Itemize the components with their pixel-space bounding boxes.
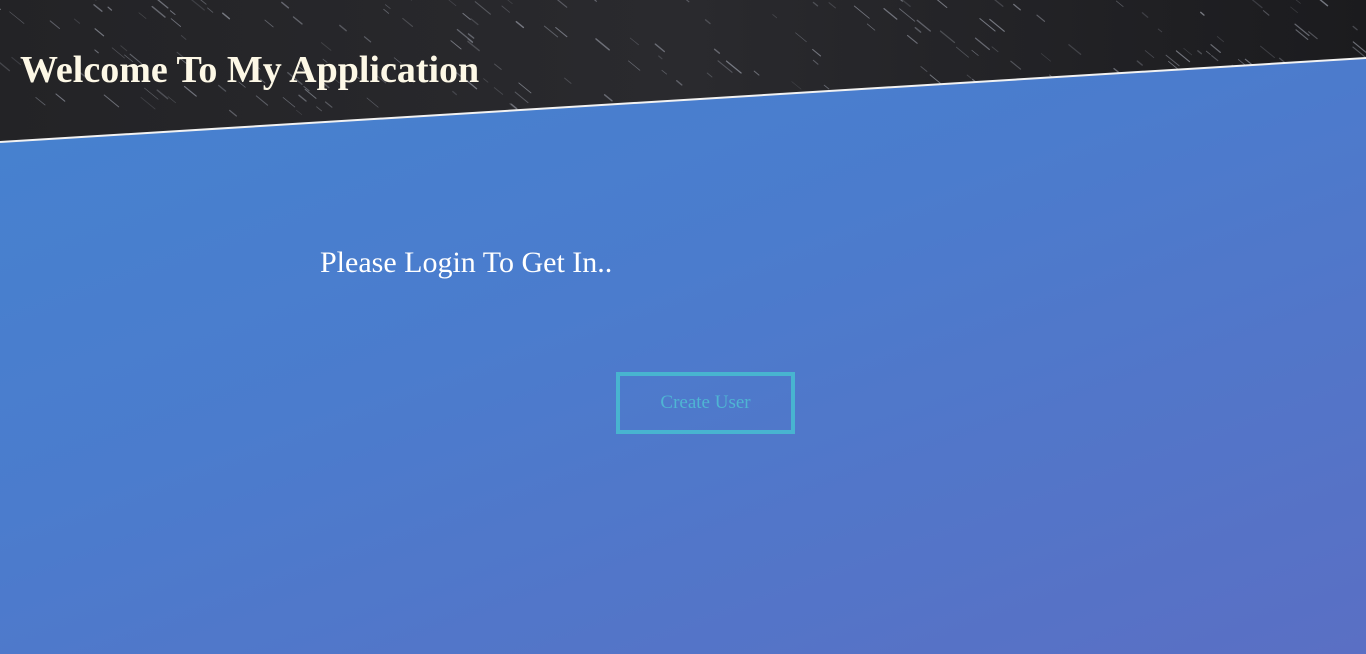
- rain-streak: [780, 92, 797, 107]
- rain-streak: [1211, 94, 1216, 99]
- rain-streak: [689, 134, 694, 139]
- rain-streak: [1088, 93, 1103, 106]
- rain-streak: [1347, 89, 1364, 103]
- rain-streak: [1062, 123, 1068, 129]
- rain-streak: [1218, 83, 1228, 92]
- rain-streak: [508, 115, 522, 127]
- rain-streak: [351, 126, 361, 135]
- rain-streak: [1077, 134, 1083, 140]
- rain-streak: [1156, 111, 1172, 124]
- rain-streak: [1278, 97, 1289, 106]
- rain-streak: [705, 129, 713, 137]
- rain-streak: [1227, 71, 1233, 76]
- rain-streak: [1097, 88, 1114, 102]
- rain-streak: [792, 94, 807, 106]
- rain-streak: [1295, 103, 1305, 111]
- rain-streak: [1343, 77, 1351, 84]
- rain-streak: [1089, 96, 1095, 101]
- rain-streak: [527, 109, 535, 115]
- rain-streak: [959, 95, 973, 107]
- rain-streak: [1037, 83, 1043, 89]
- rain-streak: [955, 101, 963, 109]
- rain-streak: [648, 107, 656, 113]
- rain-streak: [1204, 81, 1219, 93]
- rain-streak: [1321, 117, 1337, 130]
- page-title: Welcome To My Application: [20, 49, 480, 91]
- rain-streak: [619, 115, 626, 121]
- rain-streak: [961, 125, 973, 135]
- create-user-button[interactable]: Create User: [616, 372, 795, 434]
- rain-streak: [1013, 96, 1021, 102]
- rain-streak: [1137, 92, 1150, 103]
- rain-streak: [865, 96, 872, 103]
- page: Welcome To My Application Please Login T…: [0, 0, 1366, 654]
- rain-streak: [1192, 106, 1203, 115]
- rain-streak: [387, 123, 399, 133]
- rain-streak: [421, 122, 429, 128]
- rain-streak: [964, 121, 975, 130]
- rain-streak: [1178, 107, 1185, 112]
- rain-streak: [595, 128, 603, 134]
- rain-streak: [1079, 90, 1087, 97]
- rain-streak: [921, 124, 929, 131]
- rain-streak: [1053, 125, 1066, 136]
- login-prompt-text: Please Login To Get In..: [320, 246, 613, 279]
- rain-streak: [1360, 83, 1366, 90]
- rain-streak: [376, 121, 390, 133]
- rain-streak: [1244, 106, 1250, 111]
- rain-streak: [666, 115, 679, 127]
- rain-streak: [737, 117, 745, 124]
- rain-streak: [436, 122, 447, 131]
- header-banner: [0, 0, 1366, 654]
- rain-streak: [904, 123, 910, 129]
- rain-streak: [875, 126, 882, 132]
- rain-streak: [178, 131, 185, 137]
- rain-streak: [1156, 93, 1169, 104]
- rain-streak: [1317, 97, 1333, 111]
- night-sky-background: [0, 0, 1366, 143]
- rain-streak: [831, 92, 844, 103]
